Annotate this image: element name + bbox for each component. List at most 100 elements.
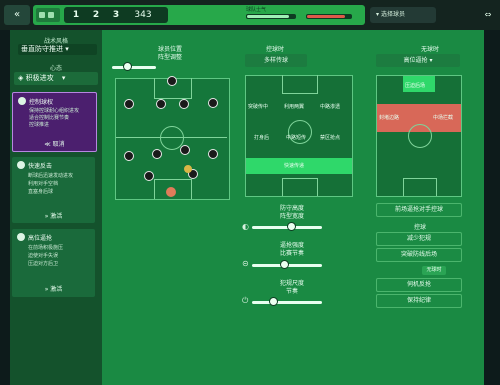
counter-press-button[interactable]: 前场逼抢对手控球 [376, 203, 462, 217]
out-possession-pitch: 压迫后场 封堵边路 中场拦截 [376, 75, 462, 197]
back-button[interactable]: « [4, 5, 30, 25]
in-possession-select[interactable]: 多样传球 [245, 54, 307, 67]
slider-label: 比赛节奏 [279, 250, 304, 257]
penalty-box-bottom [282, 178, 318, 196]
tempo-slider[interactable] [252, 301, 322, 304]
zone-label: 突破传中 [248, 104, 269, 110]
formation-slider-track[interactable] [112, 66, 156, 69]
card-title: 高位逼抢 [28, 235, 53, 242]
card-desc-line: 保持控球耐心组织进攻 [29, 108, 80, 114]
zone-label: 中路短传 [286, 135, 307, 141]
tab-slot-2[interactable]: 2 [88, 7, 104, 23]
discipline-button[interactable]: 保持纪律 [376, 294, 462, 308]
mentality-select[interactable]: ◈ 积极进攻 ▾ [14, 72, 98, 85]
section-label: 控球 [413, 224, 426, 231]
tactic-count: 343 [134, 10, 152, 20]
slider-label: 节奏 [285, 288, 298, 295]
deactivate-button[interactable]: ≪ 取消 [13, 139, 96, 148]
card-desc-line: 在前场积极施压 [28, 245, 64, 251]
formation-label-2: 阵型调整 [157, 54, 182, 61]
tab-slot-3[interactable]: 3 [108, 7, 124, 23]
activate-label: 激活 [50, 213, 63, 220]
break-defense-button[interactable]: 突破防线后场 [376, 248, 462, 262]
reduce-fouls-button[interactable]: 减少犯规 [376, 232, 462, 246]
card-desc-line: 直塞身后球 [28, 189, 54, 195]
player-marker[interactable] [208, 149, 218, 159]
card-desc-line: 适合控制比赛节奏 [29, 115, 70, 121]
in-possession-title: 控球时 [265, 46, 284, 53]
counter-icon [17, 161, 25, 169]
ball-marker [184, 165, 192, 173]
zone-label: 封堵边路 [379, 115, 400, 121]
zone-label: 禁区抢点 [320, 135, 341, 141]
player-select-dropdown[interactable]: ▾ 选择球员 [370, 7, 436, 23]
expand-icon: » [44, 213, 49, 220]
card-title: 快速反击 [28, 163, 53, 170]
fatigue-bar-fill [307, 15, 345, 18]
slider-label: 阵型宽度 [279, 213, 304, 220]
slider-knob[interactable] [279, 260, 289, 269]
card-desc-line: 断球后迅速发动进攻 [28, 173, 74, 179]
activate-label: 激活 [50, 286, 63, 293]
zone-label: 中场拦截 [433, 115, 454, 121]
slider-knob[interactable] [286, 222, 296, 231]
expand-icon: » [44, 286, 49, 293]
goalkeeper-marker[interactable] [166, 187, 176, 197]
chevron-down-icon: ▾ [61, 74, 66, 82]
chevron-down-icon: ▾ [65, 45, 69, 53]
chevron-down-icon: ▾ [429, 57, 433, 64]
zone-label: 打身后 [254, 135, 270, 141]
tactic-card-possession[interactable]: 控制球权 保持控球耐心组织进攻 适合控制比赛节奏 控球推进 ≪ 取消 [12, 92, 97, 152]
pressing-icon: ⊝ [242, 259, 249, 268]
style-select[interactable]: 垂直防守推进 ▾ [18, 44, 97, 55]
player-marker[interactable] [144, 171, 154, 181]
morale-label: 球队士气 [246, 7, 267, 13]
out-possession-select-value: 高位逼抢 [403, 57, 428, 64]
style-select-value: 垂直防守推进 [21, 45, 63, 53]
section-tag: 无球时 [422, 266, 446, 275]
tactic-card-press[interactable]: 高位逼抢 在前场积极施压 迫使对手失误 压迫对方后卫 » 激活 [12, 229, 95, 297]
player-marker[interactable] [152, 149, 162, 159]
center-circle [408, 124, 432, 148]
deactivate-label: 取消 [52, 141, 65, 148]
player-marker[interactable] [208, 98, 218, 108]
collapse-icon: ≪ [44, 141, 51, 148]
player-marker[interactable] [180, 145, 190, 155]
card-desc-line: 控球推进 [29, 122, 50, 128]
slider-knob[interactable] [269, 297, 278, 306]
activate-button[interactable]: » 激活 [12, 284, 95, 293]
card-desc-line: 压迫对方后卫 [28, 261, 59, 267]
mentality-select-value: 积极进攻 [25, 74, 54, 82]
player-select-label: 选择球员 [380, 11, 405, 18]
out-possession-title: 无球时 [420, 46, 439, 53]
counter-button[interactable]: 伺机反抢 [376, 278, 462, 292]
press-icon [17, 233, 25, 241]
penalty-box-bottom [403, 178, 437, 196]
player-marker[interactable] [124, 151, 134, 161]
zone-label: 压迫后场 [405, 83, 426, 89]
chevron-down-icon: ▾ [376, 11, 380, 18]
activate-button[interactable]: » 激活 [12, 211, 95, 220]
shield-icon: ◈ [18, 74, 24, 82]
penalty-box-top [282, 75, 318, 94]
card-title: 控制球权 [29, 99, 54, 106]
defensive-line-icon: ◐ [242, 222, 249, 231]
formation-pitch [115, 76, 230, 200]
player-marker[interactable] [124, 99, 134, 109]
possession-icon [18, 97, 26, 105]
player-marker[interactable] [179, 99, 189, 109]
tempo-icon: ⏻ [242, 296, 249, 305]
player-marker[interactable] [167, 76, 177, 86]
formation-mini-icon[interactable] [36, 8, 60, 22]
tab-slot-1[interactable]: 1 [68, 7, 84, 23]
swap-icon[interactable]: ⇔ [478, 6, 498, 24]
zone-label: 利用两翼 [284, 104, 305, 110]
player-marker[interactable] [156, 99, 166, 109]
tactic-slot-tabs: 1 2 3 343 [64, 7, 168, 23]
zone-label: 中路渗透 [320, 104, 341, 110]
tactic-card-counter[interactable]: 快速反击 断球后迅速发动进攻 利用对手空档 直塞身后球 » 激活 [12, 157, 95, 223]
in-possession-pitch: 突破传中 利用两翼 中路渗透 打身后 中路短传 禁区抢点 快速传递 [245, 75, 353, 197]
mentality-label: 心态 [49, 65, 62, 72]
morale-bar-fill [247, 15, 289, 18]
out-possession-select[interactable]: 高位逼抢 ▾ [376, 54, 460, 67]
